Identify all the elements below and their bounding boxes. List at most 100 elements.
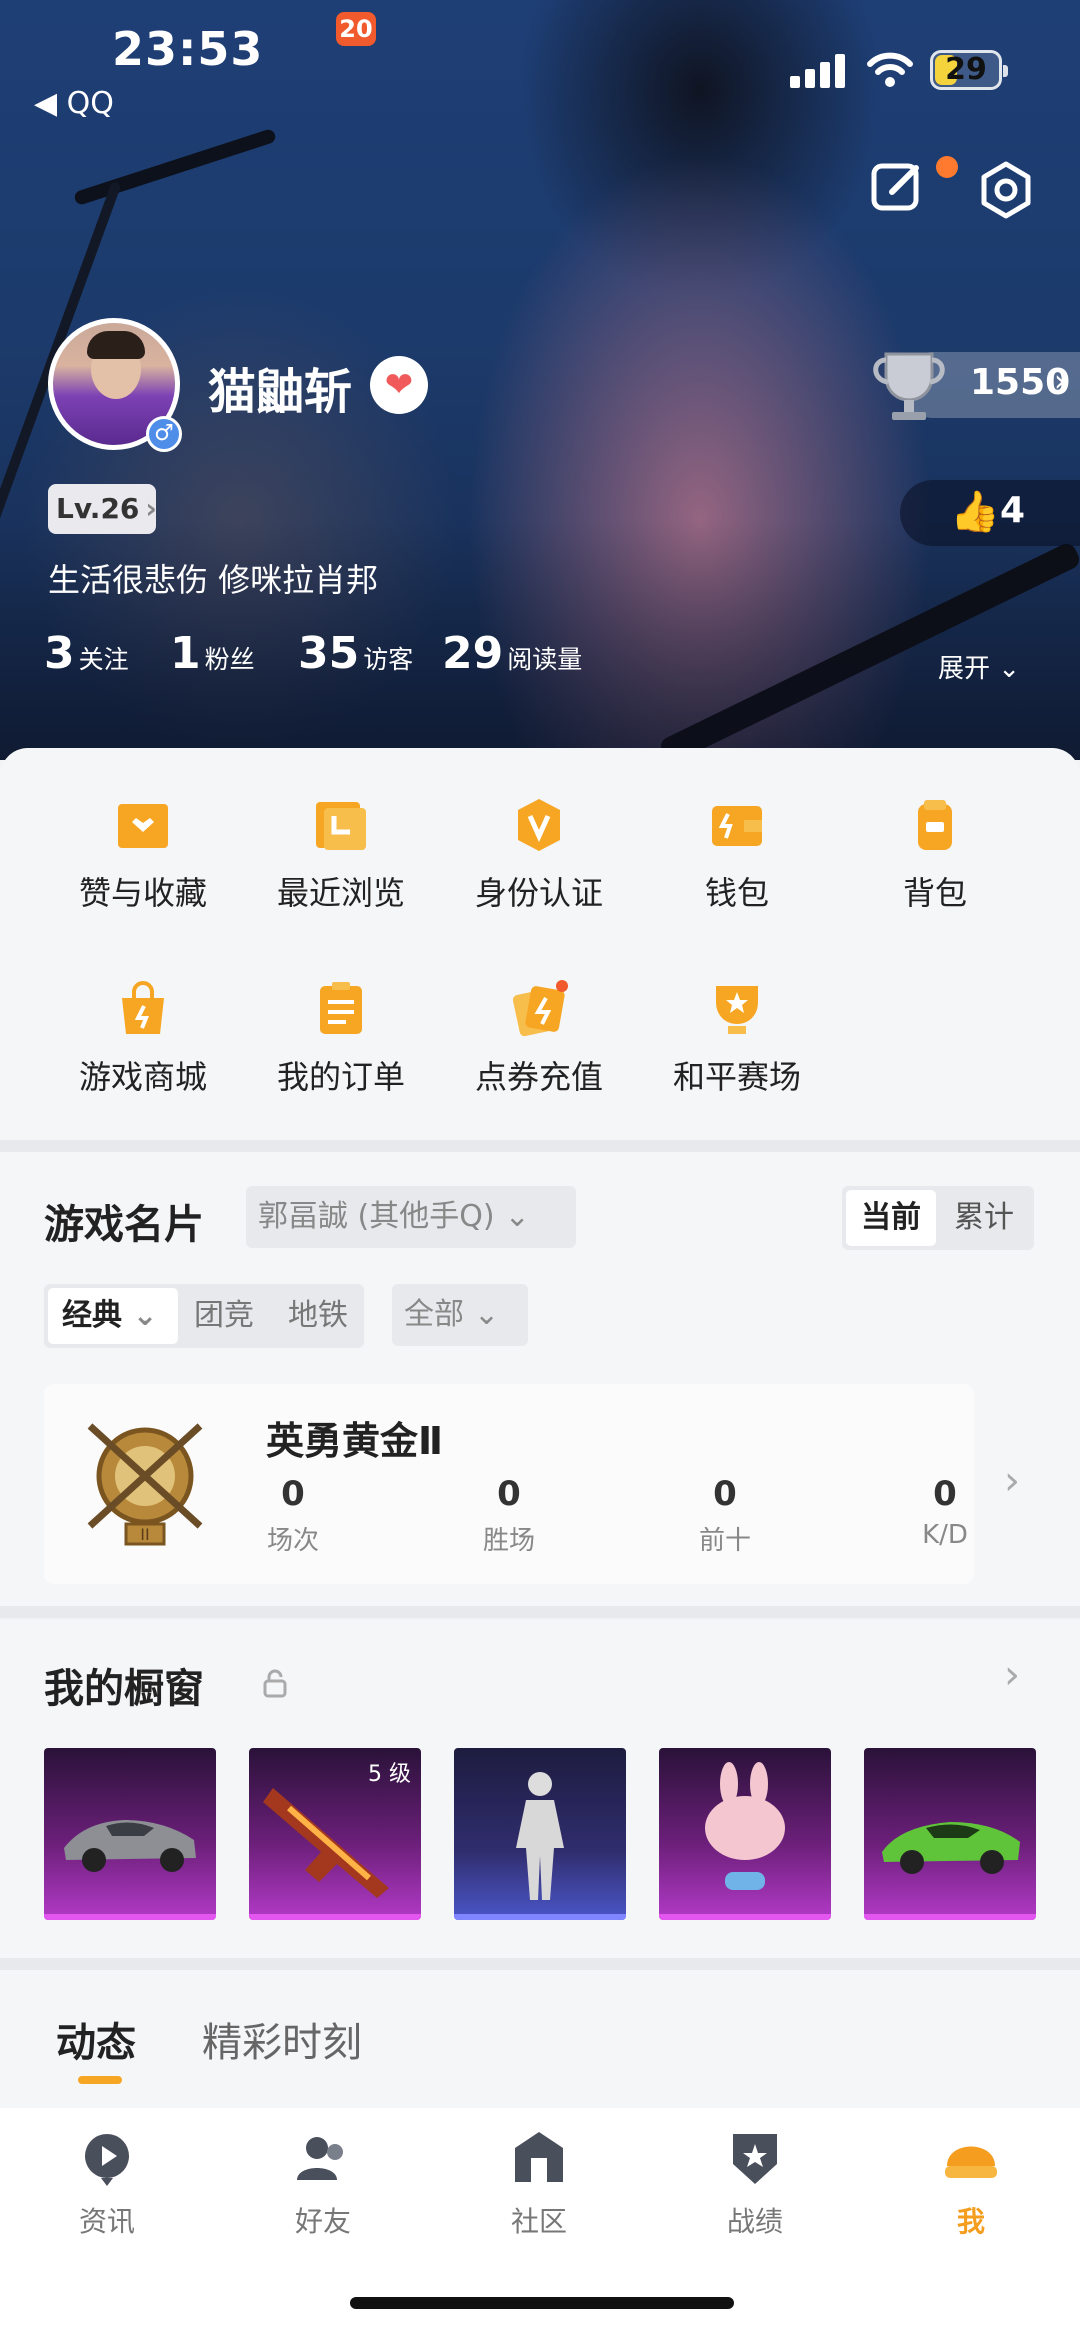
back-to-app[interactable]: ◀ QQ: [34, 86, 114, 121]
account-dropdown[interactable]: 郭畐誠 (其他手Q) ⌄: [246, 1186, 576, 1248]
nav-news[interactable]: 资讯: [32, 2126, 182, 2240]
stat-matches: 0 场次: [266, 1474, 319, 1556]
supercar-icon: [882, 1822, 1020, 1874]
signal-icon: [790, 54, 846, 88]
showcase-title: 我的橱窗: [44, 1666, 204, 1712]
level-text: Lv.26: [56, 492, 140, 525]
profile-bio: 生活很悲伤 修咪拉肖邦: [48, 561, 379, 599]
filter-dropdown[interactable]: 全部 ⌄: [392, 1284, 528, 1346]
chevron-right-icon[interactable]: ›: [1004, 1652, 1020, 1698]
rank-name: 英勇黄金Ⅱ: [266, 1419, 444, 1463]
grid-item-backpack[interactable]: 背包: [836, 796, 1034, 914]
grid-item-orders[interactable]: 我的订单: [242, 980, 440, 1098]
showcase-item-gray-car[interactable]: [44, 1748, 216, 1920]
game-card-section: 游戏名片 郭畐誠 (其他手Q) ⌄ 当前 累计 经典 ⌄ 团竞 地铁 全部 ⌄ II…: [0, 1152, 1080, 1606]
settings-gear-icon[interactable]: [976, 160, 1036, 220]
wifi-icon: [867, 52, 913, 87]
news-play-icon: [85, 2134, 129, 2186]
profile-name: 猫鼬斩: [208, 364, 353, 420]
expand-button[interactable]: 展开 ⌄: [938, 648, 1020, 685]
shop-bag-icon: [122, 981, 164, 1034]
feature-grid: 赞与收藏 最近浏览 身份认证 钱包 背包 游戏商城 我的订单 点券充值 和平赛场: [0, 748, 1080, 1140]
battery-level: 29: [945, 52, 987, 87]
coupon-icon: [512, 980, 568, 1037]
heart-badge-icon[interactable]: ❤: [370, 356, 428, 414]
mode-metro[interactable]: 地铁: [288, 1288, 348, 1344]
stat-following[interactable]: 3 关注: [44, 628, 129, 679]
stat-top10: 0 前十: [698, 1474, 751, 1556]
lock-open-icon[interactable]: [262, 1668, 288, 1698]
grid-item-peace-arena[interactable]: 和平赛场: [638, 980, 836, 1098]
background-mic: [72, 127, 278, 207]
friends-icon: [297, 2137, 343, 2180]
level-badge[interactable]: Lv.26 ›: [48, 484, 157, 534]
like-count: 4: [1000, 490, 1026, 531]
wallet-icon: [712, 806, 762, 846]
gender-male-icon: ♂: [146, 416, 182, 452]
edit-icon[interactable]: [868, 156, 928, 216]
record-shield-icon: [733, 2134, 777, 2184]
showcase-section: 我的橱窗 › 5 级: [0, 1620, 1080, 1958]
edit-notification-dot: [936, 156, 958, 178]
stat-visitors[interactable]: 35 访客: [298, 628, 413, 679]
tab-underline: [78, 2076, 122, 2084]
arena-trophy-icon: [716, 986, 758, 1034]
grid-item-likes-favorites[interactable]: 赞与收藏: [44, 796, 242, 914]
friends-badge: 20: [336, 12, 376, 46]
home-indicator[interactable]: [350, 2297, 734, 2309]
community-house-icon: [515, 2132, 563, 2182]
svg-text:II: II: [140, 1525, 149, 1544]
profile-screen: 23:53 ◀ QQ 29 ♂ 猫鼬斩 ❤ Lv.26› 生活很悲伤 修咪拉肖: [0, 0, 1080, 2337]
feed-tabs: 动态 精彩时刻: [0, 1970, 1080, 2108]
chevron-down-icon: ⌄: [998, 654, 1021, 684]
showcase-item-flame-rifle[interactable]: 5 级: [249, 1748, 421, 1920]
gold-rank-badge-icon: II: [87, 1423, 203, 1546]
profile-header: 23:53 ◀ QQ 29 ♂ 猫鼬斩 ❤ Lv.26› 生活很悲伤 修咪拉肖: [0, 0, 1080, 760]
showcase-item-green-car[interactable]: [864, 1748, 1036, 1920]
period-toggle: 当前 累计: [842, 1186, 1034, 1250]
stat-wins: 0 胜场: [482, 1474, 535, 1556]
chevron-down-icon: ⌄: [132, 1298, 158, 1333]
grid-item-recharge[interactable]: 点券充值: [440, 980, 638, 1098]
chevron-down-icon: ⌄: [504, 1199, 530, 1234]
grid-item-recent[interactable]: 最近浏览: [242, 796, 440, 914]
trophy-icon: [873, 352, 945, 420]
order-list-icon: [320, 982, 362, 1034]
divider: [0, 1958, 1080, 1970]
grid-item-game-shop[interactable]: 游戏商城: [44, 980, 242, 1098]
stat-reads[interactable]: 29 阅读量: [442, 628, 582, 679]
chevron-right-icon: ›: [1054, 364, 1066, 399]
showcase-item-outfit[interactable]: [454, 1748, 626, 1920]
battery-icon: 29: [930, 50, 1008, 90]
backpack-icon: [918, 800, 952, 850]
toggle-cumulative[interactable]: 累计: [938, 1190, 1030, 1246]
nav-community[interactable]: 社区: [464, 2126, 614, 2240]
mode-team[interactable]: 团竞: [194, 1288, 254, 1344]
heart-folder-icon: [118, 804, 168, 848]
divider: [0, 1606, 1080, 1618]
toggle-current[interactable]: 当前: [846, 1190, 936, 1246]
mode-classic[interactable]: 经典 ⌄: [48, 1288, 178, 1344]
game-card-title: 游戏名片: [44, 1202, 204, 1248]
showcase-item-bunny[interactable]: [659, 1748, 831, 1920]
chevron-right-icon[interactable]: ›: [1004, 1458, 1020, 1504]
sports-car-icon: [64, 1820, 196, 1872]
tab-posts[interactable]: 动态: [56, 2010, 136, 2068]
rank-card[interactable]: II 英勇黄金Ⅱ 0 场次 0 胜场 0 前十 0 K/D: [44, 1384, 974, 1584]
nav-friends[interactable]: 好友: [248, 2126, 398, 2240]
grid-item-wallet[interactable]: 钱包: [638, 796, 836, 914]
nav-me[interactable]: 我: [896, 2126, 1046, 2240]
verify-icon: [518, 799, 560, 851]
helmet-icon: [945, 2146, 997, 2178]
grid-item-verify[interactable]: 身份认证: [440, 796, 638, 914]
chevron-down-icon: ⌄: [474, 1297, 500, 1332]
divider: [0, 1140, 1080, 1152]
mannequin-icon: [516, 1772, 564, 1900]
stat-fans[interactable]: 1 粉丝: [170, 628, 255, 679]
nav-records[interactable]: 战绩: [680, 2126, 830, 2240]
item-level: 5 级: [368, 1762, 411, 1787]
stat-kd: 0 K/D: [922, 1474, 968, 1550]
thumbs-up-icon: 👍: [950, 489, 1000, 535]
history-icon: [316, 802, 366, 850]
tab-highlights[interactable]: 精彩时刻: [202, 2010, 362, 2068]
